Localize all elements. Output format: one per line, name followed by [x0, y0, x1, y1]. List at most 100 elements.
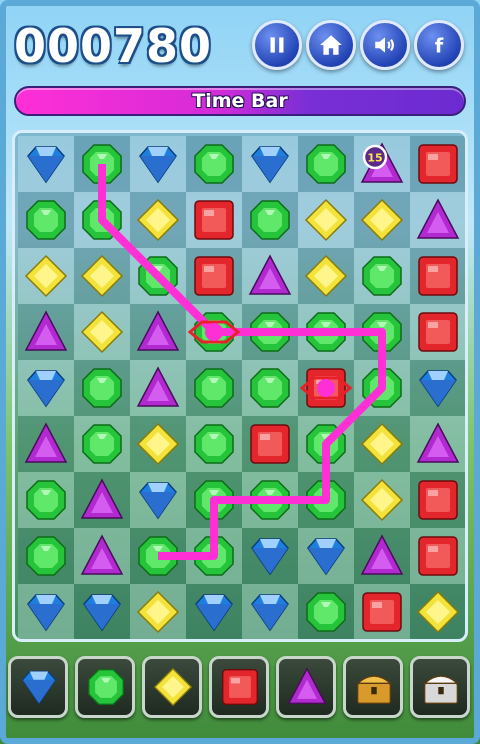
green-gem-icon	[194, 368, 234, 408]
gem-tray	[8, 654, 472, 734]
board-cell[interactable]	[74, 248, 130, 304]
board-cell[interactable]	[354, 360, 410, 416]
board-cell[interactable]	[242, 192, 298, 248]
board-cell[interactable]	[74, 472, 130, 528]
blue-gem-icon	[195, 594, 233, 632]
board-cell[interactable]	[354, 472, 410, 528]
board-cell[interactable]	[242, 472, 298, 528]
tray-purple-gem[interactable]	[276, 656, 336, 718]
board-cell[interactable]	[74, 416, 130, 472]
board-cell[interactable]	[410, 528, 465, 584]
yellow-gem-icon	[360, 198, 404, 242]
board-cell[interactable]	[74, 528, 130, 584]
board-cell[interactable]	[130, 584, 186, 639]
board-cell[interactable]	[186, 304, 242, 360]
board-cell[interactable]	[354, 192, 410, 248]
board-cell[interactable]	[186, 136, 242, 192]
board-cell[interactable]	[130, 416, 186, 472]
red-gem-icon	[418, 480, 458, 520]
board-cell[interactable]	[74, 304, 130, 360]
board-cell[interactable]	[18, 248, 74, 304]
green-gem-icon	[306, 424, 346, 464]
board-cell[interactable]	[354, 304, 410, 360]
board-cell[interactable]	[410, 584, 465, 639]
board-cell[interactable]	[354, 416, 410, 472]
tray-yellow-gem[interactable]	[142, 656, 202, 718]
green-gem-icon	[362, 256, 402, 296]
board-cell[interactable]	[18, 192, 74, 248]
tray-red-gem[interactable]	[209, 656, 269, 718]
board-cell[interactable]	[18, 472, 74, 528]
green-gem-icon	[82, 144, 122, 184]
purple-gem-icon	[416, 422, 460, 463]
time-bar: Time Bar	[14, 86, 466, 116]
board-cell[interactable]	[242, 528, 298, 584]
board-cell[interactable]	[130, 248, 186, 304]
blue-gem-icon	[419, 370, 457, 408]
board-cell[interactable]	[130, 472, 186, 528]
board-cell[interactable]	[410, 136, 465, 192]
board-cell[interactable]	[242, 416, 298, 472]
green-gem-icon	[306, 480, 346, 520]
board-cell[interactable]	[18, 360, 74, 416]
tray-blue-gem[interactable]	[8, 656, 68, 718]
board-cell[interactable]	[130, 304, 186, 360]
pause-button[interactable]	[252, 20, 302, 70]
board-cell[interactable]	[74, 360, 130, 416]
board-cell[interactable]	[130, 528, 186, 584]
tray-green-gem[interactable]	[75, 656, 135, 718]
board-cell[interactable]	[186, 528, 242, 584]
board-cell[interactable]	[410, 304, 465, 360]
home-button[interactable]	[306, 20, 356, 70]
board-cell[interactable]	[186, 248, 242, 304]
purple-gem-icon	[80, 534, 124, 575]
board-cell[interactable]	[410, 416, 465, 472]
facebook-button[interactable]: f	[414, 20, 464, 70]
board-cell[interactable]	[354, 528, 410, 584]
board-cell[interactable]	[130, 360, 186, 416]
sound-button[interactable]	[360, 20, 410, 70]
board-cell[interactable]	[410, 248, 465, 304]
board-cell[interactable]	[18, 416, 74, 472]
yellow-gem-icon	[416, 590, 460, 634]
board-cell[interactable]	[410, 192, 465, 248]
board-cell[interactable]	[298, 192, 354, 248]
board-cell[interactable]	[298, 360, 354, 416]
board-cell[interactable]	[130, 136, 186, 192]
board-cell[interactable]	[186, 584, 242, 639]
tray-silver-chest[interactable]	[410, 656, 470, 718]
yellow-gem-icon	[360, 422, 404, 466]
board-cell[interactable]	[298, 584, 354, 639]
board-cell[interactable]	[242, 304, 298, 360]
green-gem-icon	[194, 536, 234, 576]
board-cell[interactable]	[18, 304, 74, 360]
board-cell[interactable]	[354, 584, 410, 639]
board-cell[interactable]	[410, 472, 465, 528]
board-cell[interactable]	[74, 192, 130, 248]
board-cell[interactable]	[186, 360, 242, 416]
board-cell[interactable]	[186, 416, 242, 472]
board-cell[interactable]	[130, 192, 186, 248]
green-gem-icon	[306, 144, 346, 184]
board-cell[interactable]	[74, 136, 130, 192]
tray-gold-chest[interactable]	[343, 656, 403, 718]
board-cell[interactable]	[298, 528, 354, 584]
board-cell[interactable]	[298, 304, 354, 360]
board-cell[interactable]	[354, 248, 410, 304]
board-cell[interactable]	[298, 136, 354, 192]
board-cell[interactable]	[242, 136, 298, 192]
board-cell[interactable]	[242, 584, 298, 639]
board-cell[interactable]	[242, 248, 298, 304]
board-cell[interactable]	[74, 584, 130, 639]
green-gem-icon	[362, 368, 402, 408]
board-cell[interactable]	[410, 360, 465, 416]
board-cell[interactable]	[242, 360, 298, 416]
board-cell[interactable]	[298, 248, 354, 304]
board-cell[interactable]	[186, 192, 242, 248]
board-cell[interactable]	[298, 472, 354, 528]
board-cell[interactable]	[186, 472, 242, 528]
board-cell[interactable]	[18, 584, 74, 639]
board-cell[interactable]	[18, 136, 74, 192]
board-cell[interactable]	[298, 416, 354, 472]
board-cell[interactable]	[18, 528, 74, 584]
